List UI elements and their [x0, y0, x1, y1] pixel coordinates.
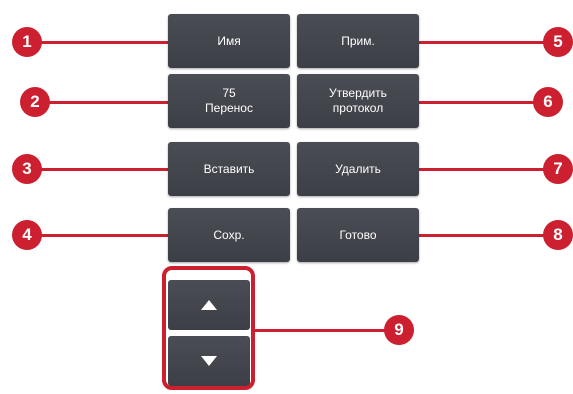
note-button-label: Прим.	[341, 33, 375, 48]
delete-button[interactable]: Удалить	[297, 142, 419, 196]
save-button-label: Сохр.	[213, 227, 245, 242]
name-button-label: Имя	[217, 33, 241, 48]
callout-line-3	[30, 168, 170, 171]
transfer-button-label: Перенос	[205, 101, 253, 115]
approve-protocol-label-line1: Утвердить	[329, 86, 387, 100]
callout-line-1	[30, 41, 170, 44]
delete-button-label: Удалить	[335, 161, 381, 176]
callout-marker-6: 6	[533, 87, 563, 117]
callout-line-2	[30, 101, 170, 104]
done-button-label: Готово	[339, 227, 377, 242]
callout-marker-1: 1	[12, 27, 42, 57]
callout-marker-5: 5	[543, 27, 573, 57]
callout-line-8	[415, 234, 555, 237]
callout-line-4	[30, 234, 170, 237]
insert-button[interactable]: Вставить	[168, 142, 290, 196]
callout-line-5	[415, 41, 555, 44]
callout-diagram: Имя 75 Перенос Вставить Сохр. Прим. Утве…	[0, 0, 573, 394]
approve-protocol-button[interactable]: Утвердить протокол	[297, 74, 419, 128]
callout-marker-2: 2	[20, 87, 50, 117]
callout-marker-8: 8	[543, 220, 573, 250]
scroll-arrows-highlight-frame	[162, 266, 255, 390]
callout-marker-4: 4	[12, 220, 42, 250]
approve-protocol-label-line2: протокол	[332, 101, 384, 115]
callout-line-9	[255, 329, 390, 332]
callout-marker-9: 9	[384, 315, 414, 345]
transfer-count-label: 75	[222, 86, 236, 100]
done-button[interactable]: Готово	[297, 208, 419, 262]
callout-marker-3: 3	[12, 154, 42, 184]
insert-button-label: Вставить	[203, 161, 255, 176]
name-button[interactable]: Имя	[168, 14, 290, 68]
callout-line-7	[415, 168, 555, 171]
note-button[interactable]: Прим.	[297, 14, 419, 68]
save-button[interactable]: Сохр.	[168, 208, 290, 262]
transfer-button[interactable]: 75 Перенос	[168, 74, 290, 128]
callout-marker-7: 7	[543, 154, 573, 184]
